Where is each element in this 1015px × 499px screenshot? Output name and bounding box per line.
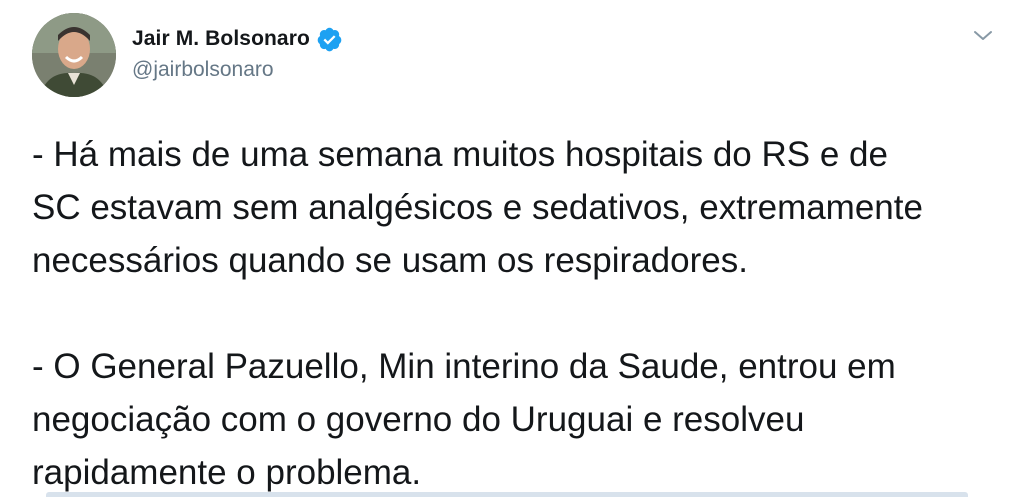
embedded-card-edge [46,492,968,497]
author-name-row: Jair M. Bolsonaro [132,24,343,54]
tweet-text: - Há mais de uma semana muitos hospitais… [32,128,1002,499]
tweet-card: Jair M. Bolsonaro @jairbolsonaro - Há ma… [0,0,1015,497]
tweet-paragraph-1: - Há mais de uma semana muitos hospitais… [32,135,923,280]
chevron-down-icon[interactable] [970,26,996,46]
author-handle[interactable]: @jairbolsonaro [132,58,343,82]
avatar-image [32,13,116,97]
author-display-name[interactable]: Jair M. Bolsonaro [132,27,310,51]
tweet-author[interactable]: Jair M. Bolsonaro @jairbolsonaro [132,24,343,82]
tweet-paragraph-2: - O General Pazuello, Min interino da Sa… [32,347,896,492]
verified-badge-icon [316,26,343,53]
avatar[interactable] [32,13,116,97]
